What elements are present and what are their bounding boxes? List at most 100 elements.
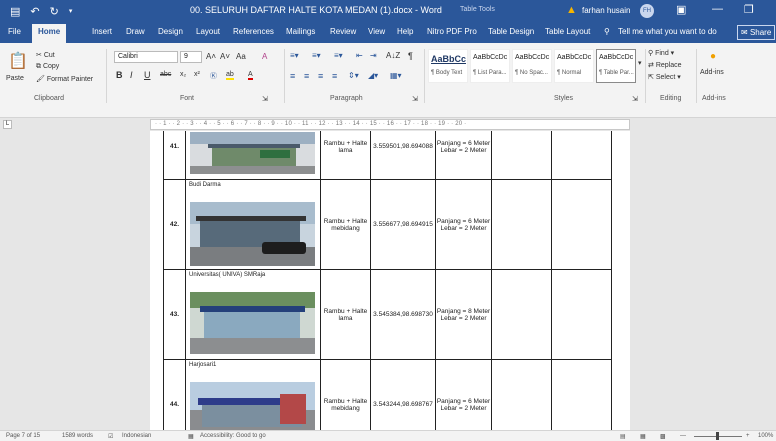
- align-center-icon[interactable]: ≡: [304, 71, 309, 81]
- style-name: ¶ List Para...: [473, 70, 507, 76]
- restore-icon[interactable]: ❐: [744, 3, 754, 16]
- share-button[interactable]: ✉ Share: [737, 25, 775, 40]
- table-row: 41. Rambu + Halte lama 3.559501,98.69408…: [163, 131, 612, 180]
- tab-design[interactable]: Design: [158, 27, 183, 36]
- user-name[interactable]: farhan husain: [582, 6, 630, 15]
- styles-dialog-launcher-icon[interactable]: ⇲: [632, 95, 638, 103]
- increase-indent-icon[interactable]: ⇥: [370, 51, 377, 60]
- language-label[interactable]: Indonesian: [122, 433, 151, 439]
- zoom-level[interactable]: 100%: [758, 433, 773, 439]
- change-case-button[interactable]: Aa: [236, 52, 246, 61]
- proofing-icon[interactable]: ☑: [108, 433, 113, 440]
- font-name-select[interactable]: Calibri: [114, 51, 178, 63]
- save-icon[interactable]: ▤: [10, 5, 20, 18]
- format-painter-button[interactable]: 🖌 Format Painter: [36, 75, 93, 83]
- shading-icon[interactable]: ◢▾: [368, 71, 378, 80]
- macro-icon[interactable]: ▦: [188, 433, 194, 440]
- highlight-button[interactable]: ab: [226, 71, 234, 80]
- font-size-select[interactable]: 9: [180, 51, 202, 63]
- tab-mailings[interactable]: Mailings: [286, 27, 315, 36]
- text-effects-icon[interactable]: Ⓚ: [210, 71, 217, 81]
- halte-table[interactable]: 41. Rambu + Halte lama 3.559501,98.69408…: [163, 131, 612, 430]
- customize-icon[interactable]: ▾: [69, 7, 73, 15]
- decrease-indent-icon[interactable]: ⇤: [356, 51, 363, 60]
- ribbon-display-icon[interactable]: ▣: [676, 3, 686, 16]
- horizontal-ruler[interactable]: · · 1 · · 2 · · 3 · · 4 · · 5 · · 6 · · …: [150, 119, 630, 130]
- align-left-icon[interactable]: ≡: [290, 71, 295, 81]
- subscript-button[interactable]: x₂: [180, 71, 186, 78]
- style-body-text[interactable]: AaBbCc ¶ Body Text: [428, 49, 468, 83]
- web-layout-icon[interactable]: ▩: [660, 433, 666, 440]
- font-color-button[interactable]: A: [248, 71, 253, 80]
- sort-button[interactable]: A↓Z: [386, 51, 400, 60]
- accessibility-status[interactable]: Accessibility: Good to go: [200, 433, 266, 439]
- add-ins-icon[interactable]: ●: [710, 51, 716, 62]
- redo-icon[interactable]: ↻: [50, 5, 59, 18]
- type-cell: Rambu + Halte lama: [320, 269, 371, 360]
- document-page[interactable]: 41. Rambu + Halte lama 3.559501,98.69408…: [150, 131, 630, 430]
- styles-group-label: Styles: [554, 95, 574, 102]
- font-dialog-launcher-icon[interactable]: ⇲: [262, 95, 268, 103]
- tab-view[interactable]: View: [368, 27, 385, 36]
- grow-font-button[interactable]: A˄: [206, 52, 216, 61]
- tab-home[interactable]: Home: [32, 24, 67, 43]
- document-canvas[interactable]: 41. Rambu + Halte lama 3.559501,98.69408…: [0, 131, 776, 430]
- clear-format-button[interactable]: A: [262, 52, 267, 61]
- page-count[interactable]: Page 7 of 15: [6, 433, 40, 439]
- tab-selector-button[interactable]: L: [3, 120, 12, 129]
- add-ins-button[interactable]: Add-ins: [700, 69, 724, 76]
- align-right-icon[interactable]: ≡: [318, 71, 323, 81]
- ribbon-separator: [645, 49, 646, 103]
- numbering-icon[interactable]: ≡▾: [312, 51, 321, 60]
- style-table-paragraph[interactable]: AaBbCcDc ¶ Table Par...: [596, 49, 636, 83]
- zoom-in-icon[interactable]: +: [746, 433, 750, 439]
- copy-button[interactable]: ⧉ Copy: [36, 63, 59, 71]
- photo-cell: Harjosari1: [185, 359, 321, 430]
- replace-button[interactable]: ⇄ Replace: [648, 61, 682, 69]
- shrink-font-button[interactable]: A˅: [220, 52, 230, 61]
- italic-button[interactable]: I: [130, 70, 133, 80]
- zoom-slider-thumb[interactable]: [716, 432, 719, 440]
- justify-icon[interactable]: ≡: [332, 71, 337, 81]
- tell-me-search[interactable]: Tell me what you want to do: [618, 27, 717, 36]
- strikethrough-button[interactable]: abc: [160, 71, 171, 78]
- paste-label[interactable]: Paste: [6, 75, 24, 82]
- tab-help[interactable]: Help: [397, 27, 413, 36]
- coordinate-cell: 3.559501,98.694088: [370, 131, 436, 180]
- avatar[interactable]: FH: [640, 4, 654, 18]
- underline-button[interactable]: U: [144, 70, 151, 80]
- style-no-spacing[interactable]: AaBbCcDc ¶ No Spac...: [512, 49, 552, 83]
- tab-review[interactable]: Review: [330, 27, 356, 36]
- paste-icon[interactable]: 📋: [8, 51, 28, 71]
- word-count[interactable]: 1589 words: [62, 433, 93, 439]
- focus-icon[interactable]: ▤: [620, 433, 626, 440]
- show-marks-button[interactable]: ¶: [408, 51, 413, 61]
- tab-table-layout[interactable]: Table Layout: [545, 27, 590, 36]
- tab-draw[interactable]: Draw: [126, 27, 145, 36]
- styles-gallery-more-icon[interactable]: ▾: [638, 59, 642, 67]
- minimize-icon[interactable]: —: [712, 3, 723, 15]
- borders-icon[interactable]: ▦▾: [390, 71, 402, 80]
- tab-file[interactable]: File: [8, 27, 21, 36]
- warning-icon[interactable]: ▲: [566, 4, 577, 16]
- tab-insert[interactable]: Insert: [92, 27, 112, 36]
- zoom-out-icon[interactable]: —: [680, 433, 686, 439]
- clipboard-group-label: Clipboard: [34, 95, 64, 102]
- tab-nitro-pdf[interactable]: Nitro PDF Pro: [427, 27, 477, 36]
- style-normal[interactable]: AaBbCcDc ¶ Normal: [554, 49, 594, 83]
- cut-button[interactable]: ✂ Cut: [36, 51, 55, 59]
- superscript-button[interactable]: x²: [194, 71, 200, 78]
- bullets-icon[interactable]: ≡▾: [290, 51, 299, 60]
- tab-references[interactable]: References: [233, 27, 274, 36]
- print-layout-icon[interactable]: ▦: [640, 433, 646, 440]
- undo-icon[interactable]: ↶: [30, 5, 39, 18]
- tab-layout[interactable]: Layout: [196, 27, 220, 36]
- line-spacing-icon[interactable]: ⇕▾: [348, 71, 359, 80]
- find-button[interactable]: ⚲ Find ▾: [648, 49, 674, 57]
- select-button[interactable]: ⇱ Select ▾: [648, 73, 681, 81]
- style-list-paragraph[interactable]: AaBbCcDc ¶ List Para...: [470, 49, 510, 83]
- multilevel-list-icon[interactable]: ≡▾: [334, 51, 343, 60]
- bold-button[interactable]: B: [116, 70, 123, 80]
- paragraph-dialog-launcher-icon[interactable]: ⇲: [412, 95, 418, 103]
- tab-table-design[interactable]: Table Design: [488, 27, 534, 36]
